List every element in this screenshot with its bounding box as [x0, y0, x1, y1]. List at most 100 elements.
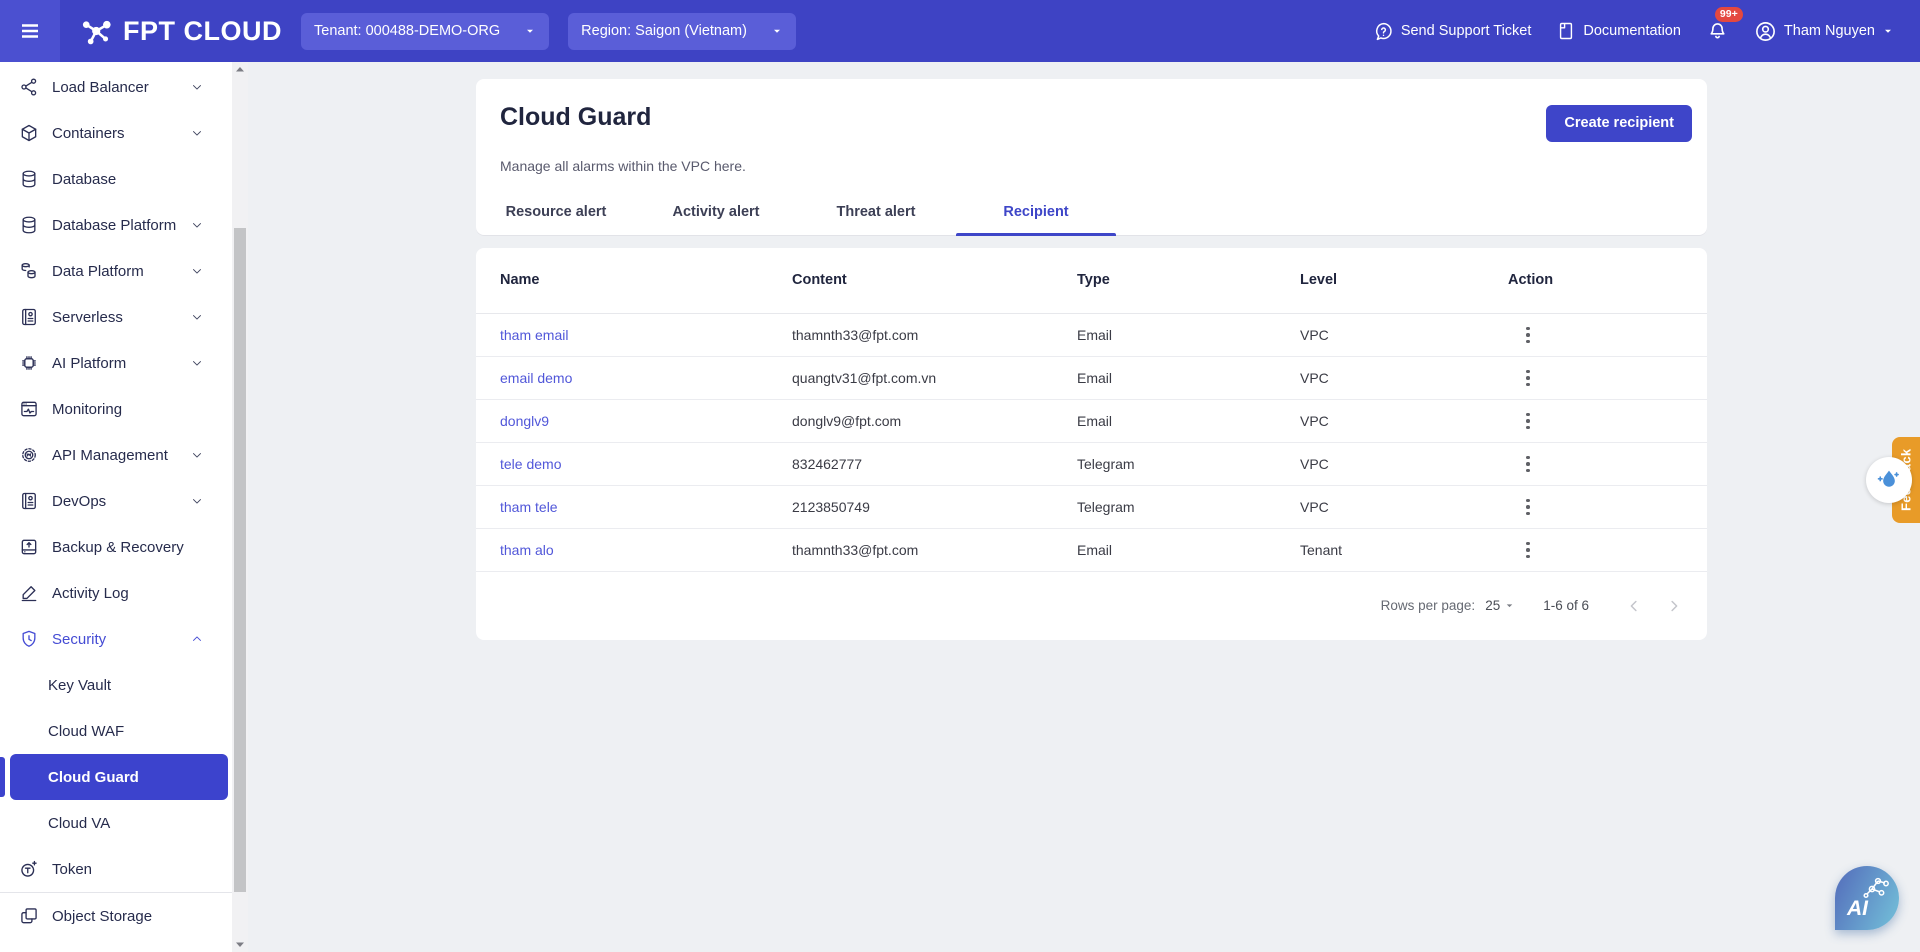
- recipient-name-link[interactable]: tham tele: [500, 499, 792, 515]
- chevron-left-icon: [1625, 597, 1643, 615]
- rows-per-page-select[interactable]: 25: [1485, 598, 1515, 613]
- sidebar-item-database-platform[interactable]: Database Platform: [0, 202, 232, 248]
- table-row: tham tele 2123850749 Telegram VPC: [476, 486, 1707, 529]
- recipient-content: thamnth33@fpt.com: [792, 542, 1077, 558]
- recipient-name-link[interactable]: tham alo: [500, 542, 792, 558]
- support-ticket-button[interactable]: Send Support Ticket: [1373, 21, 1532, 42]
- water-drop-icon: [1875, 466, 1903, 494]
- sidebar-item-cloud-waf[interactable]: Cloud WAF: [0, 708, 232, 754]
- devops-icon: [18, 490, 40, 512]
- column-header-action: Action: [1508, 272, 1683, 288]
- sidebar-item-token[interactable]: Token: [0, 846, 232, 892]
- row-actions-menu-button[interactable]: [1514, 364, 1542, 392]
- chevron-down-icon: [771, 25, 783, 37]
- main-content: Cloud Guard Manage all alarms within the…: [248, 62, 1920, 952]
- sidebar-scrollbar[interactable]: [232, 62, 248, 952]
- support-ticket-label: Send Support Ticket: [1401, 23, 1532, 39]
- previous-page-button[interactable]: [1621, 593, 1647, 619]
- brand-logo[interactable]: FPT CLOUD: [78, 12, 282, 50]
- scrollbar-thumb[interactable]: [234, 228, 246, 892]
- sidebar-item-api-management[interactable]: API Management: [0, 432, 232, 478]
- sidebar-item-activity-log[interactable]: Activity Log: [0, 570, 232, 616]
- chevron-down-icon: [186, 76, 208, 98]
- topbar: FPT CLOUD Tenant: 000488-DEMO-ORG Region…: [0, 0, 1920, 62]
- table-row: email demo quangtv31@fpt.com.vn Email VP…: [476, 357, 1707, 400]
- rows-per-page-value: 25: [1485, 598, 1500, 613]
- documentation-button[interactable]: Documentation: [1556, 21, 1681, 41]
- sidebar-item-backup-recovery[interactable]: Backup & Recovery: [0, 524, 232, 570]
- next-page-button[interactable]: [1661, 593, 1687, 619]
- sidebar-item-devops[interactable]: DevOps: [0, 478, 232, 524]
- tab-activity-alert[interactable]: Activity alert: [636, 188, 796, 236]
- menu-button[interactable]: [0, 0, 60, 62]
- feedback-bubble[interactable]: [1866, 457, 1912, 503]
- pagination-range: 1-6 of 6: [1543, 598, 1589, 613]
- tab-resource-alert[interactable]: Resource alert: [476, 188, 636, 236]
- api-management-icon: [18, 444, 40, 466]
- load-balancer-icon: [18, 76, 40, 98]
- table-pagination: Rows per page: 25 1-6 of 6: [476, 572, 1707, 640]
- sidebar-item-serverless[interactable]: Serverless: [0, 294, 232, 340]
- table-header-row: NameContentTypeLevelAction: [476, 248, 1707, 314]
- chevron-up-icon: [186, 628, 208, 650]
- scroll-up-arrow-icon[interactable]: [232, 62, 248, 76]
- user-name: Tham Nguyen: [1784, 23, 1875, 39]
- tenant-dropdown[interactable]: Tenant: 000488-DEMO-ORG: [301, 13, 549, 50]
- sidebar-item-load-balancer[interactable]: Load Balancer: [0, 64, 232, 110]
- page-header-card: Cloud Guard Manage all alarms within the…: [476, 79, 1707, 236]
- sidebar-item-containers[interactable]: Containers: [0, 110, 232, 156]
- sidebar-item-ai-platform[interactable]: AI Platform: [0, 340, 232, 386]
- row-actions-menu-button[interactable]: [1514, 536, 1542, 564]
- sidebar-item-monitoring[interactable]: Monitoring: [0, 386, 232, 432]
- chevron-down-icon: [186, 352, 208, 374]
- recipient-name-link[interactable]: donglv9: [500, 413, 792, 429]
- recipient-content: quangtv31@fpt.com.vn: [792, 370, 1077, 386]
- recipient-level: VPC: [1300, 370, 1508, 386]
- sidebar-item-database[interactable]: Database: [0, 156, 232, 202]
- object-storage-icon: [18, 905, 40, 927]
- sidebar-item-object-storage[interactable]: Object Storage: [0, 893, 232, 939]
- recipient-content: 832462777: [792, 456, 1077, 472]
- recipient-name-link[interactable]: email demo: [500, 370, 792, 386]
- chevron-down-icon: [186, 490, 208, 512]
- sidebar-item-cloud-va[interactable]: Cloud VA: [0, 800, 232, 846]
- row-actions-menu-button[interactable]: [1514, 407, 1542, 435]
- table-row: donglv9 donglv9@fpt.com Email VPC: [476, 400, 1707, 443]
- chevron-down-icon: [186, 214, 208, 236]
- scroll-down-arrow-icon[interactable]: [232, 938, 248, 952]
- ai-assistant-button[interactable]: AI: [1835, 866, 1899, 930]
- recipient-level: VPC: [1300, 413, 1508, 429]
- recipient-level: Tenant: [1300, 542, 1508, 558]
- row-actions-menu-button[interactable]: [1514, 493, 1542, 521]
- sidebar-item-cloud-guard[interactable]: Cloud Guard: [10, 754, 228, 800]
- recipient-level: VPC: [1300, 327, 1508, 343]
- row-actions-menu-button[interactable]: [1514, 321, 1542, 349]
- tab-threat-alert[interactable]: Threat alert: [796, 188, 956, 236]
- database-platform-icon: [18, 214, 40, 236]
- region-dropdown[interactable]: Region: Saigon (Vietnam): [568, 13, 796, 50]
- sidebar-item-data-platform[interactable]: Data Platform: [0, 248, 232, 294]
- recipient-name-link[interactable]: tham email: [500, 327, 792, 343]
- notifications-button[interactable]: 99+: [1706, 18, 1729, 45]
- sidebar-item-key-vault[interactable]: Key Vault: [0, 662, 232, 708]
- security-icon: [18, 628, 40, 650]
- chevron-down-icon: [186, 122, 208, 144]
- feedback-tab[interactable]: Feedback: [1892, 437, 1920, 523]
- row-actions-menu-button[interactable]: [1514, 450, 1542, 478]
- serverless-icon: [18, 306, 40, 328]
- tab-bar: Resource alertActivity alertThreat alert…: [476, 188, 1707, 236]
- notification-count-badge: 99+: [1715, 7, 1743, 23]
- region-label: Region: Saigon (Vietnam): [581, 23, 747, 39]
- recipient-type: Telegram: [1077, 499, 1300, 515]
- token-icon: [18, 858, 40, 880]
- brand-name: FPT CLOUD: [123, 16, 282, 47]
- recipient-name-link[interactable]: tele demo: [500, 456, 792, 472]
- sidebar-item-security[interactable]: Security: [0, 616, 232, 662]
- user-menu[interactable]: Tham Nguyen: [1754, 20, 1894, 43]
- ai-label: AI: [1847, 898, 1868, 919]
- data-platform-icon: [18, 260, 40, 282]
- create-recipient-button[interactable]: Create recipient: [1546, 105, 1692, 142]
- tab-recipient[interactable]: Recipient: [956, 188, 1116, 236]
- table-row: tele demo 832462777 Telegram VPC: [476, 443, 1707, 486]
- activity-log-icon: [18, 582, 40, 604]
